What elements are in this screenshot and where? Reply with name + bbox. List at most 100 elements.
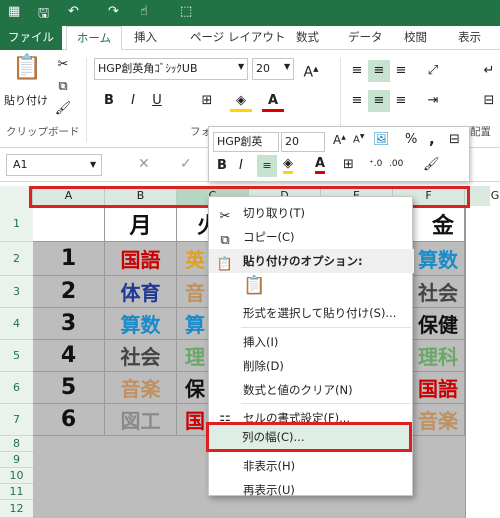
row-header[interactable]: 11: [0, 484, 33, 500]
row-header[interactable]: 10: [0, 468, 33, 484]
cell-b5[interactable]: 社会: [105, 340, 177, 372]
align-center-icon[interactable]: ≡: [368, 90, 390, 112]
menu-item-unhide[interactable]: 再表示(U): [209, 478, 414, 502]
tab-formulas[interactable]: 数式: [292, 26, 323, 50]
cell-b2[interactable]: 国語: [105, 242, 177, 276]
cancel-icon[interactable]: ✕: [138, 156, 150, 172]
align-middle-icon[interactable]: ≡: [368, 60, 390, 82]
row-header[interactable]: 6: [0, 372, 33, 404]
menu-item-hide[interactable]: 非表示(H): [209, 454, 414, 478]
cell-a7[interactable]: 6: [33, 404, 105, 436]
align-top-icon[interactable]: ≡: [346, 60, 368, 82]
column-g-area[interactable]: [465, 206, 500, 518]
paste-icon: 📋: [216, 257, 234, 272]
grow-font-icon[interactable]: A▲: [333, 133, 346, 147]
menu-item-clear[interactable]: 数式と値のクリア(N): [209, 378, 414, 402]
align-left-icon[interactable]: ≡: [346, 90, 368, 112]
format-table-icon[interactable]: ⊟: [449, 132, 460, 147]
menu-item-paste-special[interactable]: 形式を選択して貼り付け(S)...: [209, 301, 414, 325]
row-header[interactable]: 2: [0, 242, 33, 276]
enter-icon[interactable]: ✓: [180, 156, 192, 172]
paste-icon[interactable]: 📋: [243, 275, 265, 296]
align-center-icon[interactable]: ≡: [257, 155, 277, 177]
cell-b4[interactable]: 算数: [105, 308, 177, 340]
row-header[interactable]: 8: [0, 436, 33, 452]
row-header[interactable]: 12: [0, 500, 33, 518]
paste-options-header: 📋 貼り付けのオプション:: [209, 249, 414, 273]
percent-style-icon[interactable]: %: [405, 132, 417, 147]
italic-icon[interactable]: I: [239, 158, 243, 173]
tab-review[interactable]: 校閲: [400, 26, 431, 50]
borders-icon[interactable]: ⊞: [196, 90, 218, 112]
cell-b6[interactable]: 音楽: [105, 372, 177, 404]
menu-item-column-width[interactable]: 列の幅(C)...: [206, 422, 412, 452]
mini-font-size[interactable]: 20: [281, 132, 325, 152]
row-header[interactable]: 9: [0, 452, 33, 468]
increase-decimal-icon[interactable]: ⁺.0: [369, 159, 382, 169]
shrink-font-icon[interactable]: A▼: [353, 133, 364, 145]
copy-icon[interactable]: ⧉: [52, 76, 74, 98]
format-painter-icon[interactable]: 🖌: [52, 98, 74, 120]
font-color-icon[interactable]: A: [262, 90, 284, 112]
row-header[interactable]: 4: [0, 308, 33, 340]
underline-icon[interactable]: U: [146, 90, 168, 112]
tab-insert[interactable]: 挿入: [130, 26, 161, 50]
cell-a2[interactable]: 1: [33, 242, 105, 276]
name-box[interactable]: A1: [6, 154, 102, 176]
cell-a4[interactable]: 3: [33, 308, 105, 340]
row-header[interactable]: 3: [0, 276, 33, 308]
decrease-decimal-icon[interactable]: .00: [389, 159, 403, 169]
cell-a3[interactable]: 2: [33, 276, 105, 308]
menu-item-copy[interactable]: ⧉ コピー(C): [209, 225, 414, 249]
tab-file[interactable]: ファイル: [0, 26, 62, 50]
align-bottom-icon[interactable]: ≡: [390, 60, 412, 82]
font-name-dropdown[interactable]: HGP創英角ｺﾞｼｯｸUB: [94, 58, 248, 80]
screenshot-icon[interactable]: ⬚: [180, 4, 192, 19]
chevron-down-icon[interactable]: ▼: [238, 62, 244, 71]
paste-icon[interactable]: 📋: [12, 55, 42, 90]
merge-icon[interactable]: ⊟: [478, 90, 500, 112]
comma-style-icon[interactable]: ,: [429, 130, 435, 148]
menu-item-label: 列の幅(C)...: [242, 430, 305, 444]
paste-button-label[interactable]: 貼り付け: [4, 92, 48, 108]
menu-item-cut[interactable]: ✂ 切り取り(T): [209, 201, 414, 225]
orientation-icon[interactable]: ⤢: [422, 60, 444, 82]
menu-item-delete[interactable]: 削除(D): [209, 354, 414, 378]
cell-b3[interactable]: 体育: [105, 276, 177, 308]
cut-icon[interactable]: ✂: [52, 54, 74, 76]
fill-color-icon[interactable]: ◈: [230, 90, 252, 112]
menu-item-insert[interactable]: 挿入(I): [209, 330, 414, 354]
bold-icon[interactable]: B: [217, 158, 227, 173]
column-header-g[interactable]: G: [490, 186, 500, 206]
chevron-down-icon[interactable]: ▼: [90, 160, 96, 169]
tab-home[interactable]: ホーム: [66, 26, 122, 51]
italic-icon[interactable]: I: [122, 90, 144, 112]
fill-color-icon[interactable]: ◈: [283, 156, 293, 174]
chevron-down-icon[interactable]: ▼: [284, 62, 290, 71]
cell-b7[interactable]: 図工: [105, 404, 177, 436]
align-right-icon[interactable]: ≡: [390, 90, 412, 112]
tab-data[interactable]: データ: [344, 26, 387, 50]
borders-icon[interactable]: ⊞: [343, 157, 354, 172]
tab-page-layout[interactable]: ページ レイアウト: [186, 26, 289, 50]
save-icon[interactable]: 🖫: [38, 4, 49, 26]
font-color-icon[interactable]: A: [315, 156, 326, 174]
row-header[interactable]: 7: [0, 404, 33, 436]
tab-view[interactable]: 表示: [454, 26, 485, 50]
undo-icon[interactable]: ↶: [68, 4, 79, 19]
row-header[interactable]: 5: [0, 340, 33, 372]
cell-a6[interactable]: 5: [33, 372, 105, 404]
mini-font-name[interactable]: HGP創英: [213, 132, 279, 152]
redo-icon[interactable]: ↷: [108, 4, 119, 19]
indent-icon[interactable]: ⇥: [422, 90, 444, 112]
format-painter-icon[interactable]: 🖌: [423, 157, 440, 172]
cell-a1[interactable]: [33, 206, 105, 242]
wrap-text-icon[interactable]: ↵: [478, 60, 500, 82]
accounting-format-icon[interactable]: 🖼: [373, 132, 390, 147]
touch-mode-icon[interactable]: ☝: [140, 4, 148, 19]
bold-icon[interactable]: B: [98, 90, 120, 112]
grow-font-icon[interactable]: A▲: [300, 58, 322, 81]
row-header[interactable]: 1: [0, 206, 33, 242]
cell-b1[interactable]: 月: [105, 206, 177, 242]
cell-a5[interactable]: 4: [33, 340, 105, 372]
